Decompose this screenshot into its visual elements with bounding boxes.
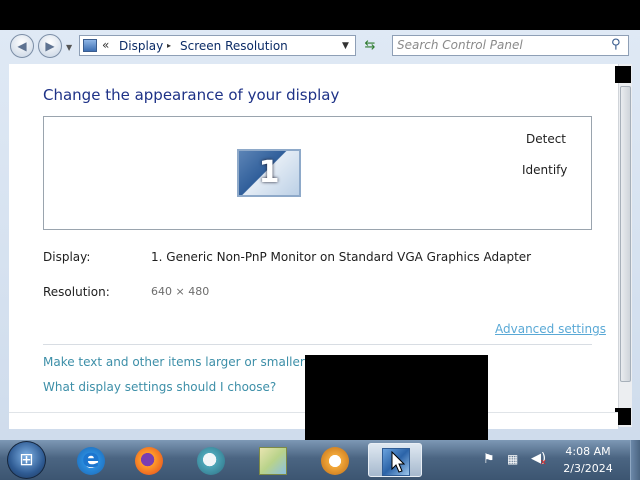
- divider: [43, 344, 592, 345]
- scroll-up-button[interactable]: [615, 66, 631, 83]
- volume-muted-x-icon: ✕: [540, 458, 547, 467]
- resolution-label: Resolution:: [43, 285, 110, 299]
- detect-button[interactable]: Detect: [526, 132, 566, 146]
- taskbar-browser[interactable]: [184, 443, 232, 477]
- search-box[interactable]: ⚲: [392, 35, 629, 56]
- address-bar[interactable]: « Display ▸ Screen Resolution ▼: [79, 35, 356, 56]
- forward-button[interactable]: ▶: [38, 34, 62, 58]
- paint-icon: [259, 447, 287, 475]
- forward-arrow-icon: ▶: [45, 39, 55, 53]
- identify-button[interactable]: Identify: [522, 163, 567, 177]
- breadcrumb-overflow-chevron[interactable]: «: [102, 38, 109, 52]
- clock-date[interactable]: 2/3/2024: [558, 462, 618, 475]
- address-dropdown-icon[interactable]: ▼: [342, 41, 349, 51]
- taskbar-internet-explorer[interactable]: [64, 443, 112, 477]
- mouse-cursor-icon: [391, 451, 405, 473]
- taskbar-media-player[interactable]: [308, 443, 356, 477]
- media-player-icon: [321, 447, 349, 475]
- breadcrumb-display[interactable]: Display: [119, 39, 163, 53]
- show-desktop-button[interactable]: [630, 440, 640, 480]
- top-black-bar: [0, 0, 640, 30]
- network-icon[interactable]: ▦: [507, 452, 518, 466]
- breadcrumb-screen-resolution[interactable]: Screen Resolution: [180, 39, 288, 53]
- advanced-settings-link[interactable]: Advanced settings: [495, 322, 606, 336]
- monitor-number: 1: [258, 155, 280, 190]
- clock-time[interactable]: 4:08 AM: [558, 445, 618, 458]
- black-overlay-region: [305, 355, 488, 440]
- browser-icon: [197, 447, 225, 475]
- start-button[interactable]: ⊞: [7, 441, 46, 479]
- display-help-link[interactable]: What display settings should I choose?: [43, 380, 276, 394]
- internet-explorer-icon: [77, 444, 105, 475]
- recent-pages-dropdown-icon[interactable]: ▼: [66, 43, 72, 52]
- back-arrow-icon: ◀: [17, 39, 27, 53]
- page-title: Change the appearance of your display: [43, 86, 340, 104]
- search-icon[interactable]: ⚲: [611, 37, 621, 52]
- refresh-button[interactable]: ⇆: [360, 36, 380, 56]
- scroll-thumb[interactable]: [620, 86, 631, 382]
- text-size-link[interactable]: Make text and other items larger or smal…: [43, 355, 305, 369]
- windows-logo-icon: ⊞: [19, 450, 34, 470]
- taskbar-paint[interactable]: [246, 443, 294, 477]
- display-select[interactable]: 1. Generic Non-PnP Monitor on Standard V…: [151, 250, 531, 264]
- refresh-icon: ⇆: [364, 38, 376, 53]
- back-button[interactable]: ◀: [10, 34, 34, 58]
- breadcrumb-separator-icon[interactable]: ▸: [167, 41, 171, 50]
- display-label: Display:: [43, 250, 91, 264]
- control-panel-icon: [83, 39, 97, 52]
- taskbar-firefox[interactable]: [122, 443, 170, 477]
- monitor-arrangement-box: [43, 116, 592, 230]
- action-center-flag-icon[interactable]: ⚑: [483, 452, 495, 467]
- search-input[interactable]: [397, 38, 597, 52]
- firefox-icon: [135, 447, 163, 475]
- resolution-select[interactable]: 640 × 480: [151, 285, 209, 298]
